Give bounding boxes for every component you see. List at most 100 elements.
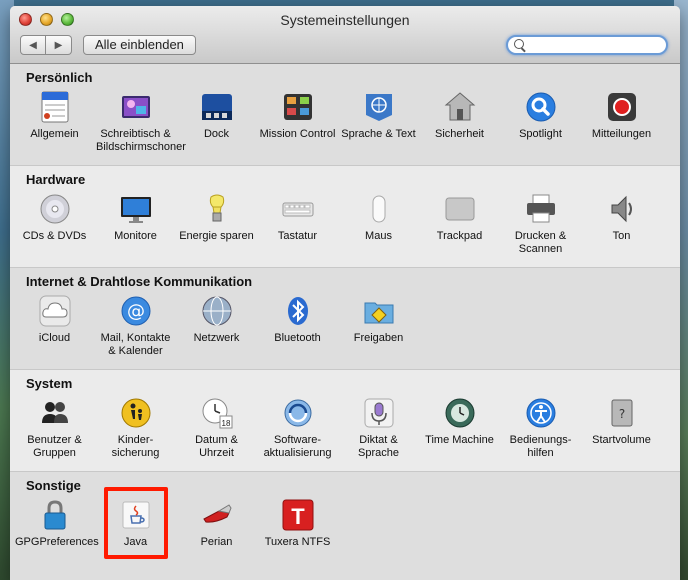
section-title: Persönlich <box>26 70 93 85</box>
pref-date-time[interactable]: 18 Datum & Uhrzeit <box>176 397 257 460</box>
speaker-icon <box>606 193 638 225</box>
svg-text:?: ? <box>618 407 624 421</box>
mission-control-icon <box>282 91 314 123</box>
pref-label: Maus <box>365 230 392 242</box>
notifications-icon <box>606 91 638 123</box>
section-title: Internet & Drahtlose Kommunikation <box>26 274 253 289</box>
sharing-folder-icon <box>363 295 395 327</box>
network-globe-icon <box>201 295 233 327</box>
java-icon <box>120 499 152 531</box>
show-all-button[interactable]: Alle einblenden <box>83 35 196 55</box>
pref-label: Diktat & Sprache <box>358 434 399 459</box>
pref-sound[interactable]: Ton <box>581 193 662 256</box>
pref-print-scan[interactable]: Drucken & Scannen <box>500 193 581 256</box>
pref-network[interactable]: Netzwerk <box>176 295 257 358</box>
pref-tuxera-ntfs[interactable]: T Tuxera NTFS <box>257 499 338 549</box>
bluetooth-icon <box>282 295 314 327</box>
pref-desktop-screensaver[interactable]: Schreibtisch & Bildschirmschoner <box>95 91 186 154</box>
forward-button[interactable]: ▶ <box>46 35 72 55</box>
svg-text:T: T <box>291 504 305 529</box>
printer-icon <box>525 193 557 225</box>
language-text-icon <box>363 91 395 123</box>
search-input[interactable] <box>528 38 662 54</box>
pref-label: Schreibtisch & Bildschirmschoner <box>96 128 186 153</box>
clock-calendar-icon: 18 <box>201 397 233 429</box>
pref-parental-controls[interactable]: Kinder- sicherung <box>95 397 176 460</box>
trackpad-icon <box>444 193 476 225</box>
pref-monitors[interactable]: Monitore <box>95 193 176 256</box>
pref-cds-dvds[interactable]: CDs & DVDs <box>14 193 95 256</box>
monitor-icon <box>120 193 152 225</box>
pref-security[interactable]: Sicherheit <box>419 91 500 154</box>
mouse-icon <box>363 193 395 225</box>
system-preferences-window: Systemeinstellungen ◀ ▶ Alle einblenden … <box>10 6 680 580</box>
pref-keyboard[interactable]: Tastatur <box>257 193 338 256</box>
titlebar: Systemeinstellungen ◀ ▶ Alle einblenden <box>10 6 680 64</box>
section-hardware: Hardware CDs & DVDs Monitore Energie spa… <box>10 166 680 268</box>
pref-users-groups[interactable]: Benutzer & Gruppen <box>14 397 95 460</box>
pref-label: Dock <box>203 128 230 140</box>
pref-label: Energie sparen <box>179 230 254 242</box>
perian-knife-icon <box>201 499 233 531</box>
pref-energy-saver[interactable]: Energie sparen <box>176 193 257 256</box>
keyboard-icon <box>282 193 314 225</box>
pref-bluetooth[interactable]: Bluetooth <box>257 295 338 358</box>
accessibility-icon <box>525 397 557 429</box>
time-machine-icon <box>444 397 476 429</box>
pref-label: iCloud <box>38 332 71 344</box>
pref-label: GPGPreferences <box>15 536 99 548</box>
back-button[interactable]: ◀ <box>20 35 46 55</box>
pref-dock[interactable]: Dock <box>176 91 257 154</box>
software-update-icon <box>282 397 314 429</box>
pref-icloud[interactable]: iCloud <box>14 295 95 358</box>
microphone-icon <box>363 397 395 429</box>
pref-language-text[interactable]: Sprache & Text <box>338 91 419 154</box>
pref-java[interactable]: Java <box>95 499 176 549</box>
search-field[interactable] <box>506 35 668 55</box>
pref-trackpad[interactable]: Trackpad <box>419 193 500 256</box>
gpg-lock-icon <box>39 499 71 531</box>
svg-text:@: @ <box>127 301 145 322</box>
pref-label: Allgemein <box>30 128 79 140</box>
pref-label: Trackpad <box>436 230 483 242</box>
pref-label: Tuxera NTFS <box>264 536 331 548</box>
pref-notifications[interactable]: Mitteilungen <box>581 91 662 154</box>
parental-controls-icon <box>120 397 152 429</box>
pref-label: Kinder- sicherung <box>111 434 160 459</box>
tuxera-icon: T <box>282 499 314 531</box>
pref-mouse[interactable]: Maus <box>338 193 419 256</box>
section-title: Hardware <box>26 172 86 187</box>
pref-mail-contacts-calendar[interactable]: @ Mail, Kontakte & Kalender <box>95 295 176 358</box>
search-icon <box>514 39 524 49</box>
section-persoenlich: Persönlich Allgemein Schreibtisch & Bild… <box>10 64 680 166</box>
security-house-icon <box>444 91 476 123</box>
left-arrow-icon: ◀ <box>29 39 37 51</box>
pref-time-machine[interactable]: Time Machine <box>419 397 500 460</box>
pref-sharing[interactable]: Freigaben <box>338 295 419 358</box>
pref-label: Tastatur <box>277 230 318 242</box>
pref-label: Software- aktualisierung <box>263 434 332 459</box>
pref-mission-control[interactable]: Mission Control <box>257 91 338 154</box>
pref-software-update[interactable]: Software- aktualisierung <box>257 397 338 460</box>
pref-accessibility[interactable]: Bedienungs- hilfen <box>500 397 581 460</box>
svg-text:18: 18 <box>221 419 230 428</box>
pref-startup-disk[interactable]: ? Startvolume <box>581 397 662 460</box>
pref-label: Freigaben <box>353 332 404 344</box>
section-title: Sonstige <box>26 478 81 493</box>
dock-icon <box>201 91 233 123</box>
pref-perian[interactable]: Perian <box>176 499 257 549</box>
pref-gpgpreferences[interactable]: GPGPreferences <box>14 499 99 549</box>
pref-label: Sprache & Text <box>341 128 416 140</box>
pref-spotlight[interactable]: Spotlight <box>500 91 581 154</box>
section-system: System Benutzer & Gruppen Kinder- sicher… <box>10 370 680 472</box>
right-arrow-icon: ▶ <box>54 39 63 51</box>
pref-dictation-speech[interactable]: Diktat & Sprache <box>338 397 419 460</box>
pref-label: Time Machine <box>425 434 494 446</box>
disc-icon <box>39 193 71 225</box>
pref-general[interactable]: Allgemein <box>14 91 95 154</box>
pref-label: Netzwerk <box>193 332 240 344</box>
bulb-icon <box>201 193 233 225</box>
startup-disk-icon: ? <box>606 397 638 429</box>
pref-label: Perian <box>200 536 233 548</box>
pref-label: Spotlight <box>519 128 562 140</box>
